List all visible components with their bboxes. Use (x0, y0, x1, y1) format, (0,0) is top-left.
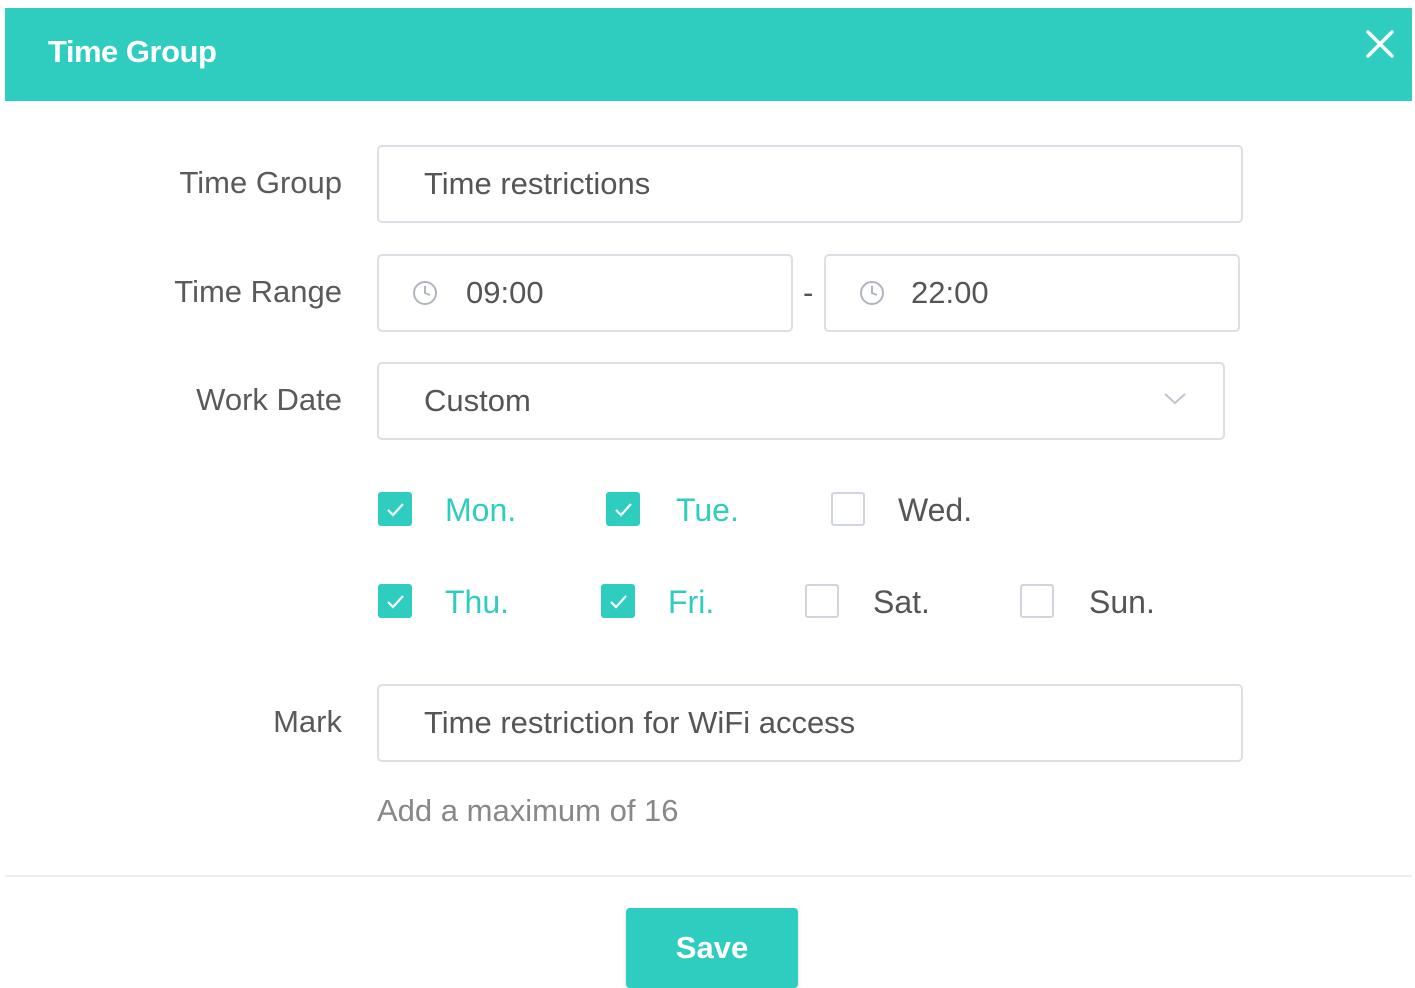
chevron-down-icon (1164, 393, 1186, 405)
time-group-value: Time restrictions (424, 166, 651, 201)
clock-icon (860, 281, 884, 305)
work-date-select[interactable]: Custom (377, 362, 1225, 440)
time-range-separator: - (803, 275, 814, 310)
day-label: Wed. (898, 492, 973, 528)
mark-hint: Add a maximum of 16 (377, 793, 679, 828)
end-time-value: 22:00 (911, 275, 989, 310)
time-range-label: Time Range (174, 274, 342, 309)
time-group-dialog: Time Group Time Group Time restrictions … (0, 0, 1415, 988)
time-group-label: Time Group (179, 165, 342, 200)
day-label: Sat. (873, 584, 930, 620)
end-time-input[interactable]: 22:00 (824, 254, 1240, 332)
dialog-title: Time Group (48, 34, 217, 69)
day-label: Sun. (1089, 584, 1155, 620)
work-date-value: Custom (424, 383, 531, 418)
start-time-input[interactable]: 09:00 (377, 254, 793, 332)
mark-value: Time restriction for WiFi access (424, 705, 856, 740)
work-date-label: Work Date (196, 382, 342, 417)
close-button[interactable] (1362, 26, 1398, 62)
day-label: Mon. (445, 492, 517, 528)
day-checkbox[interactable] (378, 584, 412, 618)
footer-divider (5, 875, 1412, 877)
clock-icon (413, 281, 437, 305)
day-label: Thu. (445, 584, 510, 620)
day-label: Tue. (676, 492, 739, 528)
day-checkbox[interactable] (1020, 584, 1054, 618)
day-checkbox[interactable] (805, 584, 839, 618)
close-icon (1366, 30, 1394, 58)
save-button[interactable]: Save (626, 908, 798, 988)
mark-input[interactable]: Time restriction for WiFi access (377, 684, 1243, 762)
day-label: Fri. (668, 584, 715, 620)
day-checkbox[interactable] (606, 492, 640, 526)
mark-label: Mark (273, 704, 342, 739)
start-time-value: 09:00 (466, 275, 544, 310)
day-checkbox[interactable] (831, 492, 865, 526)
day-checkbox[interactable] (601, 584, 635, 618)
day-checkbox[interactable] (378, 492, 412, 526)
time-group-input[interactable]: Time restrictions (377, 145, 1243, 223)
dialog-header: Time Group (5, 8, 1412, 101)
